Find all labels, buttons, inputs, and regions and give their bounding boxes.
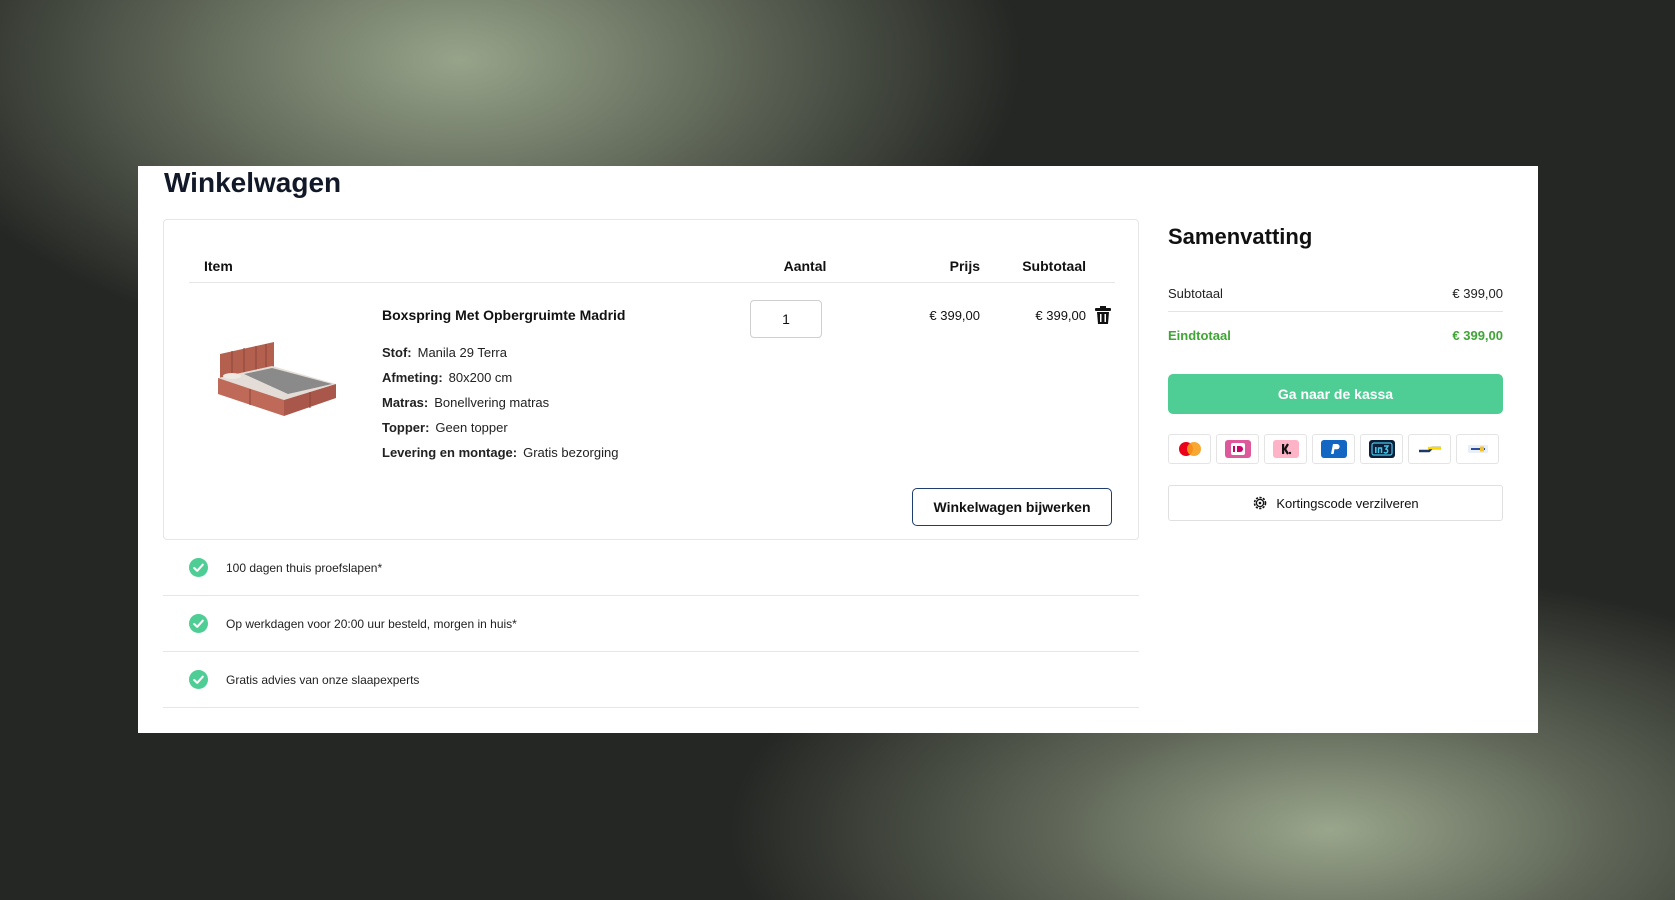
usp-list: 100 dagen thuis proefslapen* Op werkdage… bbox=[163, 540, 1139, 708]
summary-total-label: Eindtotaal bbox=[1168, 328, 1231, 343]
gear-icon bbox=[1254, 496, 1267, 510]
column-header-price: Prijs bbox=[949, 258, 980, 274]
summary-subtotal-label: Subtotaal bbox=[1168, 286, 1223, 301]
attribute-row: Topper: Geen topper bbox=[382, 420, 508, 435]
usp-text: 100 dagen thuis proefslapen* bbox=[226, 560, 383, 575]
paypal-icon bbox=[1312, 434, 1355, 464]
check-circle-icon bbox=[189, 614, 208, 633]
column-header-subtotal: Subtotaal bbox=[1022, 258, 1086, 274]
usp-item: Op werkdagen voor 20:00 uur besteld, mor… bbox=[163, 596, 1139, 652]
in3-icon bbox=[1360, 434, 1403, 464]
usp-text: Op werkdagen voor 20:00 uur besteld, mor… bbox=[226, 616, 517, 631]
check-circle-icon bbox=[189, 670, 208, 689]
column-header-item: Item bbox=[204, 258, 233, 274]
summary-subtotal-row: Subtotaal € 399,00 bbox=[1168, 286, 1503, 301]
attribute-row: Stof: Manila 29 Terra bbox=[382, 345, 507, 360]
summary-total-value: € 399,00 bbox=[1452, 328, 1503, 343]
item-price: € 399,00 bbox=[929, 308, 980, 323]
cart-panel: Winkelwagen Item Aantal Prijs Subtotaal … bbox=[138, 166, 1538, 733]
ideal-icon bbox=[1216, 434, 1259, 464]
product-image[interactable] bbox=[214, 338, 340, 420]
quantity-input[interactable] bbox=[750, 300, 822, 338]
mastercard-icon bbox=[1168, 434, 1211, 464]
product-attributes: Stof: Manila 29 Terra Afmeting: 80x200 cm … bbox=[382, 340, 618, 465]
coupon-button[interactable]: Kortingscode verzilveren bbox=[1168, 485, 1503, 521]
usp-item: 100 dagen thuis proefslapen* bbox=[163, 540, 1139, 596]
update-cart-button[interactable]: Winkelwagen bijwerken bbox=[912, 488, 1112, 526]
usp-text: Gratis advies van onze slaapexperts bbox=[226, 672, 420, 687]
remove-item-button[interactable] bbox=[1092, 304, 1114, 326]
sepa-icon bbox=[1456, 434, 1499, 464]
page-title: Winkelwagen bbox=[164, 167, 342, 198]
attribute-row: Levering en montage: Gratis bezorging bbox=[382, 445, 619, 460]
cart-table: Item Aantal Prijs Subtotaal Boxspring Me… bbox=[163, 219, 1139, 540]
summary-title: Samenvatting bbox=[1168, 224, 1313, 249]
bancontact-icon bbox=[1408, 434, 1451, 464]
coupon-label: Kortingscode verzilveren bbox=[1276, 495, 1419, 511]
check-circle-icon bbox=[189, 558, 208, 577]
summary-subtotal-value: € 399,00 bbox=[1452, 286, 1503, 301]
attribute-row: Matras: Bonellvering matras bbox=[382, 395, 550, 410]
column-header-quantity: Aantal bbox=[783, 258, 827, 274]
checkout-button[interactable]: Ga naar de kassa bbox=[1168, 374, 1503, 414]
trash-icon bbox=[1095, 306, 1111, 324]
product-name[interactable]: Boxspring Met Opbergruimte Madrid bbox=[382, 307, 625, 323]
payment-methods bbox=[1168, 434, 1499, 464]
klarna-icon bbox=[1264, 434, 1307, 464]
attribute-row: Afmeting: 80x200 cm bbox=[382, 370, 513, 385]
summary-total-row: Eindtotaal € 399,00 bbox=[1168, 328, 1503, 343]
usp-item: Gratis advies van onze slaapexperts bbox=[163, 652, 1139, 708]
item-subtotal: € 399,00 bbox=[1035, 308, 1086, 323]
summary-divider bbox=[1168, 311, 1503, 312]
header-divider bbox=[189, 282, 1115, 283]
